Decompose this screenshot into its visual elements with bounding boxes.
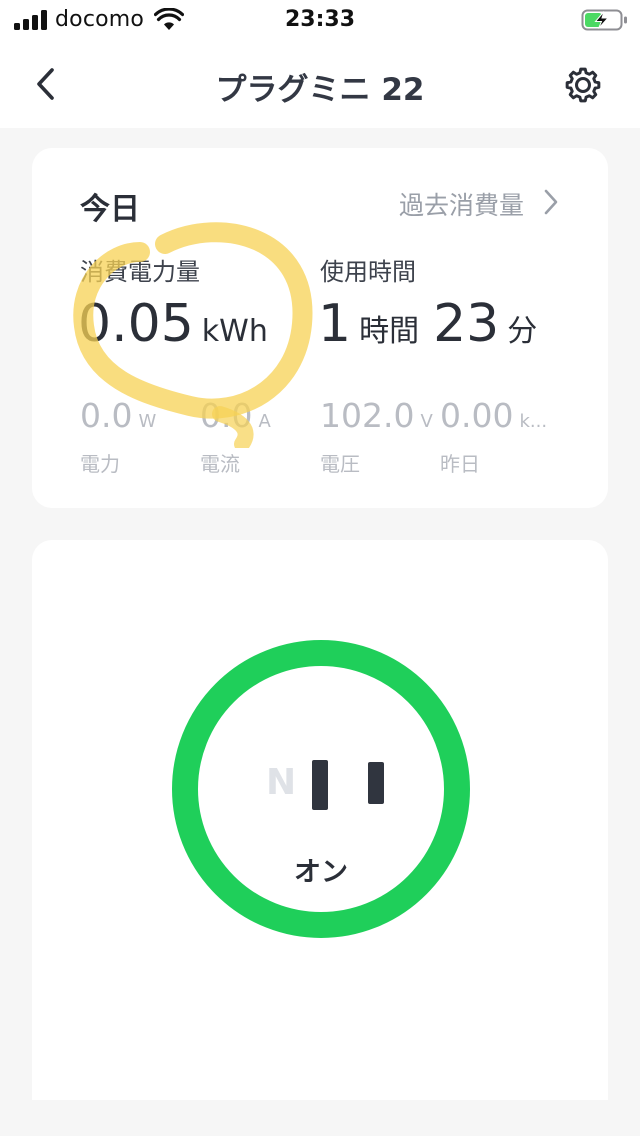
current-label: 電流	[200, 452, 240, 476]
gear-icon	[565, 67, 601, 103]
voltage-value: 102.0	[320, 396, 415, 435]
energy-summary-card: 今日 過去消費量 消費電力量 使用時間 0.05 kWh 1 時間 23 分 0…	[32, 148, 608, 508]
consumption-label: 消費電力量	[80, 258, 200, 286]
chevron-left-icon	[37, 68, 54, 100]
back-button[interactable]	[28, 64, 68, 104]
status-time: 23:33	[284, 7, 356, 32]
nav-bar: プラグミニ 22	[0, 42, 640, 128]
power-metric: 0.0 W	[80, 396, 156, 435]
yesterday-value: 0.00	[440, 396, 514, 435]
history-link[interactable]: 過去消費量	[399, 186, 558, 222]
battery-charging-icon	[581, 9, 627, 31]
consumption-unit: kWh	[201, 314, 268, 349]
plug-pin-right-icon	[368, 762, 384, 804]
power-toggle-button[interactable]: N オン	[172, 640, 470, 938]
voltage-unit: V	[420, 411, 433, 432]
plug-control-card: N オン	[32, 540, 608, 1100]
current-metric: 0.0 A	[200, 396, 271, 435]
power-value: 0.0	[80, 396, 133, 435]
today-label: 今日	[80, 192, 140, 227]
power-state-label: オン	[294, 857, 348, 888]
settings-button[interactable]	[560, 62, 606, 108]
current-unit: A	[258, 411, 271, 432]
usage-time-label: 使用時間	[320, 258, 416, 286]
voltage-metric: 102.0 V	[320, 396, 433, 435]
consumption-value: 0.05 kWh	[78, 294, 268, 356]
power-unit: W	[138, 411, 157, 432]
usage-hours-unit: 時間	[359, 314, 420, 349]
chevron-right-icon	[544, 189, 558, 215]
status-bar: docomo 23:33	[0, 0, 640, 42]
consumption-number: 0.05	[78, 294, 194, 354]
usage-minutes-unit: 分	[507, 314, 538, 349]
history-link-label: 過去消費量	[398, 191, 524, 220]
usage-time-value: 1 時間 23 分	[318, 294, 537, 356]
neutral-indicator: N	[266, 762, 297, 803]
yesterday-metric: 0.00 k...	[440, 396, 547, 435]
yesterday-unit: k...	[519, 411, 548, 432]
page-title: プラグミニ 22	[215, 72, 425, 108]
power-label: 電力	[80, 452, 120, 476]
plug-pin-left-icon	[312, 760, 328, 810]
yesterday-label: 昨日	[440, 452, 480, 476]
usage-hours: 1	[318, 294, 352, 354]
usage-minutes: 23	[433, 294, 500, 354]
voltage-label: 電圧	[320, 452, 360, 476]
current-value: 0.0	[200, 396, 253, 435]
